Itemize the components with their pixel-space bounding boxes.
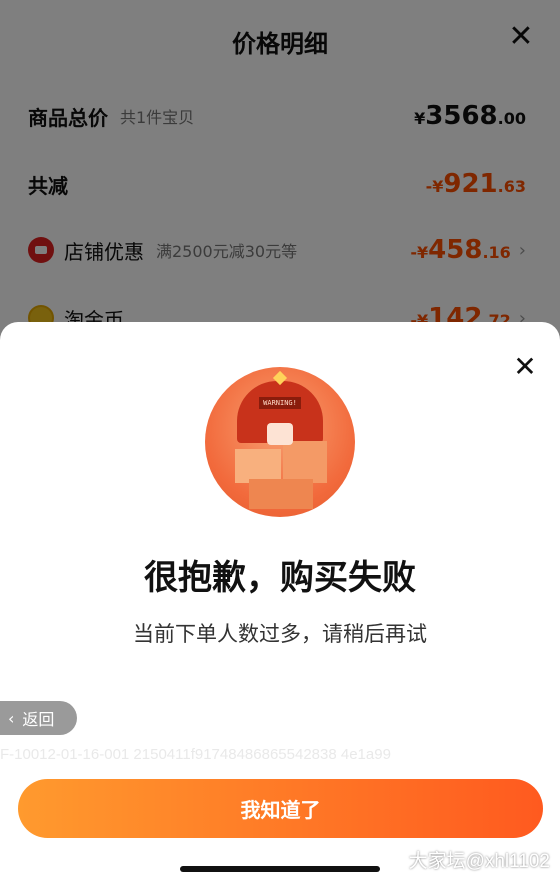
modal-message: 当前下单人数过多，请稍后再试 [133, 622, 427, 646]
box-shape [235, 449, 281, 483]
warning-illustration: WARNING! [205, 367, 355, 517]
back-button[interactable]: ‹ 返回 [0, 701, 77, 735]
worker-shape [267, 423, 293, 445]
close-icon[interactable]: ✕ [510, 352, 540, 382]
confirm-button[interactable]: 我知道了 [18, 779, 543, 838]
warning-banner: WARNING! [259, 397, 301, 409]
box-shape [283, 441, 327, 483]
home-indicator [180, 866, 380, 872]
trace-id: F-10012-01-16-001 2150411f91748486865542… [0, 746, 391, 763]
watermark: 大家坛@xhl1102 [408, 851, 550, 872]
back-label: 返回 [22, 710, 55, 729]
chevron-left-icon: ‹ [8, 708, 15, 728]
box-shape [249, 479, 313, 509]
purchase-failed-modal: ✕ WARNING! 很抱歉，购买失败 当前下单人数过多，请稍后再试 ‹ 返回 … [0, 322, 560, 883]
modal-title: 很抱歉，购买失败 [144, 558, 416, 598]
